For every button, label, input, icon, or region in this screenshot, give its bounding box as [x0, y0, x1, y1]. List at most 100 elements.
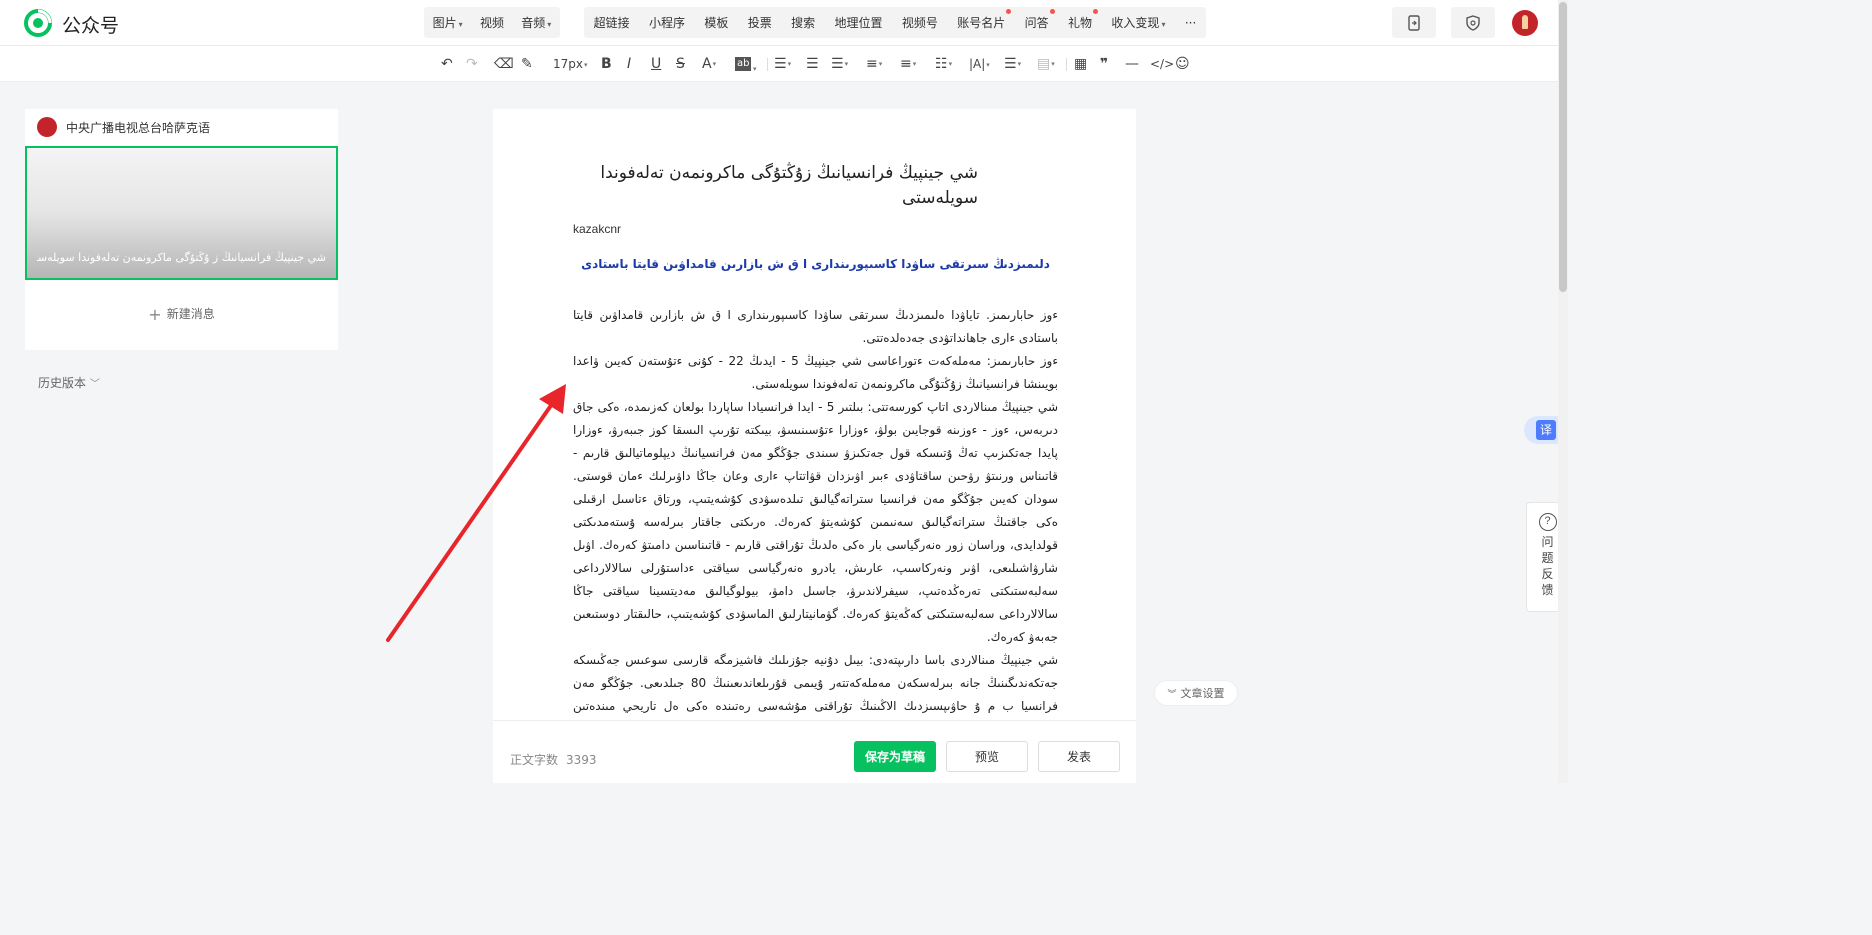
- line-spacing-icon[interactable]: ≡▾: [866, 55, 882, 73]
- feedback-label: 问题反馈: [1541, 535, 1554, 597]
- notification-dot: [1049, 9, 1055, 14]
- menu-item-label: 小程序: [649, 16, 686, 30]
- chevron-down-icon: ▾: [458, 20, 463, 29]
- wechat-official-logo-icon: [24, 9, 52, 37]
- top-navbar: 公众号 图片 ▾ 视频 音频 ▾ 超链接 小程序 模板 投票 搜索 地理位置 视频号 账号名片 问答 礼物…: [0, 0, 1568, 46]
- menu-item-label: ···: [1184, 15, 1197, 30]
- cover-title: شي جينپيڭ فرانسيانىڭ ز ۇڭتۇگى ماكرونمەن …: [37, 251, 326, 264]
- history-version-button[interactable]: 历史版本 ﹀: [38, 374, 100, 391]
- font-size-select[interactable]: 17px▾: [553, 55, 588, 74]
- menu-item[interactable]: 投票: [742, 14, 778, 31]
- menu-item-label: 搜索: [791, 16, 816, 30]
- background-color-icon[interactable]: ab: [735, 57, 752, 71]
- menu-item[interactable]: 搜索: [785, 14, 821, 31]
- menu-item[interactable]: 礼物: [1062, 9, 1099, 31]
- menu-item-label: 收入变现: [1111, 16, 1160, 30]
- underline-icon[interactable]: U: [651, 55, 661, 73]
- undo-icon[interactable]: ↶: [441, 55, 453, 73]
- font-size-value: 17px: [553, 57, 583, 71]
- user-avatar[interactable]: [1512, 10, 1538, 36]
- article-title[interactable]: شي جينپيڭ فرانسيانىڭ زۇڭتۇگى ماكرونمەن ت…: [573, 161, 978, 211]
- new-message-button[interactable]: + 新建消息: [25, 305, 338, 324]
- strikethrough-icon[interactable]: S: [676, 55, 685, 73]
- publish-button[interactable]: 发表: [1038, 741, 1120, 772]
- menu-item[interactable]: 地理位置: [829, 14, 889, 31]
- emoji-icon[interactable]: ☺: [1175, 55, 1190, 73]
- article-editor[interactable]: شي جينپيڭ فرانسيانىڭ زۇڭتۇگى ماكرونمەن ت…: [493, 109, 1136, 720]
- chevron-down-icon: ﹀: [89, 379, 100, 390]
- letter-spacing-icon[interactable]: |A|▾: [969, 55, 990, 74]
- redo-icon[interactable]: ↷: [466, 55, 478, 73]
- word-count: 正文字数 3393: [510, 751, 597, 768]
- menu-item-label: 地理位置: [834, 16, 883, 30]
- menu-item-label: 礼物: [1068, 16, 1093, 30]
- menu-item[interactable]: 模板: [698, 14, 734, 31]
- background-color-dropdown-icon[interactable]: ▾: [753, 60, 757, 78]
- preview-button[interactable]: 预览: [946, 741, 1028, 772]
- menu-item[interactable]: 音频 ▾: [515, 14, 557, 31]
- paragraph-before-icon[interactable]: ≡▾: [900, 55, 916, 73]
- menu-item[interactable]: ···: [1179, 16, 1202, 30]
- question-icon: ?: [1538, 513, 1557, 531]
- menu-item[interactable]: 问答: [1019, 9, 1055, 31]
- double-chevron-icon: ︾: [1167, 689, 1177, 700]
- article-settings-button[interactable]: ︾ 文章设置: [1154, 680, 1238, 706]
- align-icon[interactable]: ☰▾: [774, 55, 791, 73]
- format-eraser-icon[interactable]: ⌫: [494, 55, 514, 73]
- menu-item-label: 视频: [479, 16, 504, 30]
- security-check-button[interactable]: [1451, 7, 1495, 38]
- word-count-label: 正文字数: [510, 753, 559, 767]
- quote-icon[interactable]: ❞: [1100, 55, 1108, 73]
- menu-item-label: 视频号: [901, 16, 938, 30]
- notification-dot: [1006, 9, 1012, 14]
- code-icon[interactable]: </>: [1150, 55, 1174, 73]
- menu-item[interactable]: 账号名片: [951, 9, 1012, 31]
- chevron-down-icon: ▾: [547, 20, 552, 29]
- save-draft-button[interactable]: 保存为草稿: [854, 741, 936, 772]
- menu-item[interactable]: 收入变现 ▾: [1105, 14, 1171, 31]
- article-subhead: دلىمىزدىڭ سىرتقى ساۋدا كاسىپورىندارى ا ق…: [581, 257, 1050, 271]
- account-avatar: [37, 117, 57, 137]
- table-icon[interactable]: ▦: [1074, 55, 1087, 73]
- menu-item[interactable]: 小程序: [643, 14, 691, 31]
- article-body[interactable]: ءوز حابارىمىز. تاياۋدا ەلىمىزدىڭ سىرتقى …: [573, 304, 1058, 720]
- scrollbar-thumb[interactable]: [1559, 2, 1567, 292]
- article-list-panel: 中央广播电视总台哈萨克语 شي جينپيڭ فرانسيانىڭ ز ۇڭتۇ…: [25, 109, 338, 350]
- brand-title: 公众号: [62, 15, 120, 37]
- font-color-icon[interactable]: A▾: [702, 55, 716, 73]
- toolbar-divider: [767, 58, 768, 71]
- article-settings-label: 文章设置: [1180, 687, 1225, 700]
- shield-icon: [1466, 14, 1480, 31]
- body-paragraph: ءوز حابارىمىز: مەملەكەت ءتوراعاسى شي جين…: [573, 354, 1058, 391]
- mobile-preview-button[interactable]: [1392, 7, 1436, 38]
- menu-item-label: 投票: [747, 16, 772, 30]
- article-author[interactable]: kazakcnr: [573, 222, 621, 236]
- menu-item[interactable]: 超链接: [588, 14, 636, 31]
- chevron-down-icon: ▾: [1161, 20, 1166, 29]
- article-cover-card[interactable]: شي جينپيڭ فرانسيانىڭ ز ۇڭتۇگى ماكرونمەن …: [25, 146, 338, 280]
- new-message-label: 新建消息: [166, 307, 215, 321]
- divider-line-icon[interactable]: —: [1125, 55, 1139, 73]
- menu-item-label: 模板: [704, 16, 729, 30]
- format-brush-icon[interactable]: ✎: [521, 55, 533, 73]
- float-layout-icon[interactable]: ▤▾: [1037, 55, 1055, 73]
- list-icon[interactable]: ☰▾: [1004, 55, 1021, 73]
- menu-item[interactable]: 图片 ▾: [427, 14, 469, 31]
- toolbar-divider: [1066, 58, 1067, 71]
- menu-item[interactable]: 视频号: [896, 14, 944, 31]
- paragraph-spacing-icon[interactable]: ☰▾: [831, 55, 848, 73]
- menu-item[interactable]: 视频: [474, 14, 510, 31]
- body-paragraph: ءوز حابارىمىز. تاياۋدا ەلىمىزدىڭ سىرتقى …: [573, 308, 1058, 345]
- body-paragraph: شي جينپيڭ مىنالاردى اتاپ كورسەتتى: بىلتى…: [573, 400, 1058, 644]
- history-label: 历史版本: [38, 376, 87, 390]
- indent-list-icon[interactable]: ☷▾: [935, 55, 952, 73]
- menu-item-label: 音频: [521, 16, 546, 30]
- body-paragraph: شي جينپيڭ مىنالاردى باسا دارىپتەدى: بيىل…: [573, 653, 1058, 713]
- translate-icon: 译: [1536, 420, 1556, 440]
- phone-icon: [1408, 14, 1420, 31]
- italic-icon[interactable]: I: [627, 55, 631, 73]
- menu-item-label: 图片: [432, 16, 457, 30]
- bold-icon[interactable]: B: [601, 55, 612, 73]
- notification-dot: [1093, 9, 1099, 14]
- indent-icon[interactable]: ☰: [806, 55, 819, 73]
